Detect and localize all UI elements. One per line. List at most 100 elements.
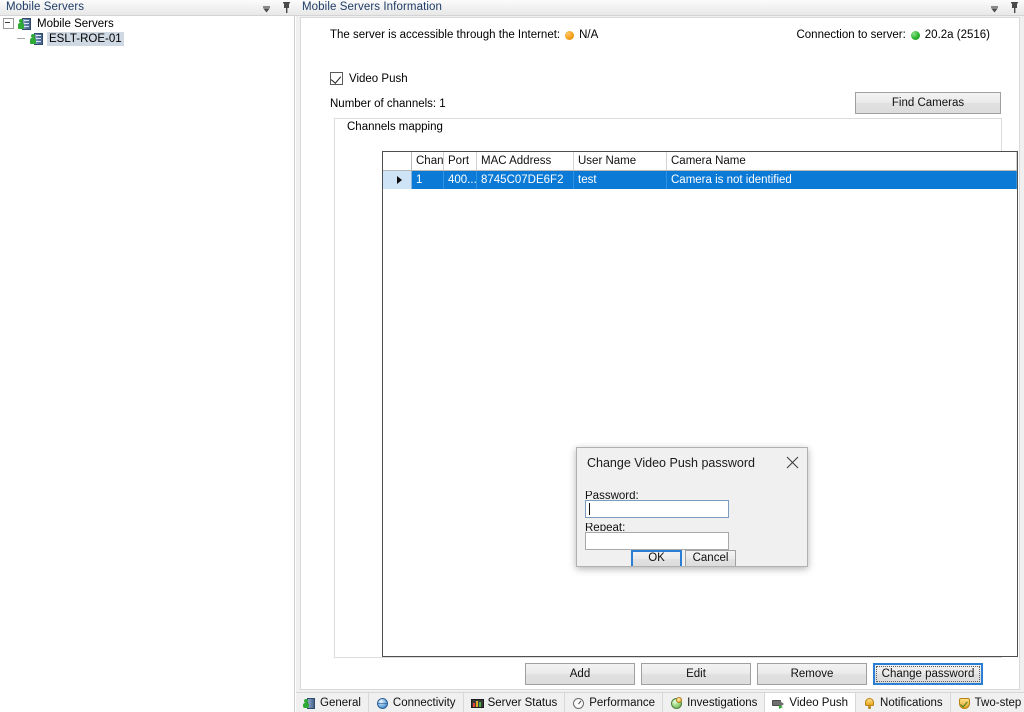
cell-channel[interactable]: 1 xyxy=(412,171,444,189)
close-icon[interactable] xyxy=(777,448,807,476)
connection-to-server-status: Connection to server: 20.2a (2516) xyxy=(796,29,990,41)
bottom-tab-strip: General Connectivity Server Status Perfo… xyxy=(296,692,1024,712)
change-video-push-password-dialog: Change Video Push password Password: Rep… xyxy=(576,447,808,567)
grid-header-user-name[interactable]: User Name xyxy=(574,152,667,170)
repeat-password-input[interactable] xyxy=(585,532,729,550)
connection-to-server-label: Connection to server: xyxy=(796,29,906,41)
cell-camera-name[interactable]: Camera is not identified xyxy=(667,171,1017,189)
ok-button-label: OK xyxy=(648,552,665,564)
connection-to-server-value: 20.2a (2516) xyxy=(924,29,990,41)
add-button[interactable]: Add xyxy=(525,663,635,685)
mobile-servers-tree[interactable]: Mobile Servers ESLT-ROE-01 xyxy=(0,16,295,712)
find-cameras-button[interactable]: Find Cameras xyxy=(855,92,1001,114)
cell-port[interactable]: 400... xyxy=(444,171,477,189)
cell-user-name[interactable]: test xyxy=(574,171,667,189)
video-push-content: The server is accessible through the Int… xyxy=(300,17,1020,690)
password-input[interactable] xyxy=(585,500,729,518)
edit-button[interactable]: Edit xyxy=(641,663,751,685)
edit-button-label: Edit xyxy=(686,668,706,680)
grid-header-channel[interactable]: Chann xyxy=(412,152,444,170)
internet-accessibility-value: N/A xyxy=(579,29,599,41)
right-panel-caption-bar: Mobile Servers Information xyxy=(296,0,1024,16)
left-panel-caption-bar: Mobile Servers xyxy=(0,0,296,16)
pin-icon[interactable] xyxy=(281,1,292,15)
chevron-down-icon[interactable] xyxy=(989,1,1000,15)
chevron-down-icon[interactable] xyxy=(261,1,272,15)
tab-general[interactable]: General xyxy=(296,693,369,712)
right-panel-caption-buttons xyxy=(989,0,1020,16)
grid-action-buttons: Add Edit Remove Change password xyxy=(301,663,1019,689)
password-label: Password: xyxy=(585,491,639,499)
mobile-servers-panel: Mobile Servers Mobile Servers ESLT-ROE-0… xyxy=(0,0,296,712)
shield-check-icon xyxy=(958,697,971,710)
ok-button[interactable]: OK xyxy=(631,550,682,566)
tab-investigations[interactable]: Investigations xyxy=(663,693,766,712)
text-caret xyxy=(589,503,590,515)
server-person-icon xyxy=(18,17,32,31)
number-of-channels-label: Number of channels: 1 xyxy=(330,98,446,110)
channels-mapping-group-title: Channels mapping xyxy=(343,121,447,134)
globe-icon xyxy=(376,697,389,710)
monitor-bars-icon xyxy=(470,697,484,710)
cancel-button-label: Cancel xyxy=(692,552,729,564)
server-person-icon xyxy=(303,697,316,710)
tab-server-status[interactable]: Server Status xyxy=(464,693,566,712)
tab-connectivity-label: Connectivity xyxy=(392,697,456,709)
server-status-row: The server is accessible through the Int… xyxy=(301,18,1019,52)
tree-node-root[interactable]: Mobile Servers xyxy=(0,16,294,31)
tab-performance-label: Performance xyxy=(589,697,656,709)
tab-two-step-verification-label: Two-step verification xyxy=(974,697,1024,709)
left-panel-caption-buttons xyxy=(261,0,292,16)
tab-general-label: General xyxy=(320,697,361,709)
pin-icon[interactable] xyxy=(1009,1,1020,15)
channels-mapping-grid[interactable]: Chann Port MAC Address User Name Camera … xyxy=(382,151,1018,657)
tree-node-root-label: Mobile Servers xyxy=(37,17,114,30)
remove-button[interactable]: Remove xyxy=(757,663,867,685)
dialog-title: Change Video Push password xyxy=(587,456,755,470)
left-panel-title: Mobile Servers xyxy=(6,1,85,13)
collapse-expander-icon[interactable] xyxy=(3,18,14,29)
tree-elbow-icon xyxy=(17,34,26,43)
cell-mac-address[interactable]: 8745C07DE6F2 xyxy=(477,171,574,189)
change-password-button[interactable]: Change password xyxy=(873,663,983,685)
tab-notifications[interactable]: Notifications xyxy=(856,693,951,712)
add-button-label: Add xyxy=(569,668,591,680)
internet-accessibility-status: The server is accessible through the Int… xyxy=(330,29,598,41)
video-push-checkbox-row[interactable]: Video Push xyxy=(330,72,408,85)
tab-connectivity[interactable]: Connectivity xyxy=(369,693,464,712)
video-push-checkbox-label: Video Push xyxy=(349,72,408,85)
grid-header-port[interactable]: Port xyxy=(444,152,477,170)
dialog-title-bar: Change Video Push password xyxy=(577,448,807,479)
tab-notifications-label: Notifications xyxy=(880,697,943,709)
tab-investigations-label: Investigations xyxy=(687,697,758,709)
tree-node-eslt-roe-01[interactable]: ESLT-ROE-01 xyxy=(0,31,294,46)
repeat-label: Repeat: xyxy=(585,523,626,531)
video-push-checkbox[interactable] xyxy=(330,72,343,85)
status-dot-green-icon xyxy=(910,30,920,40)
grid-header-row-selector xyxy=(383,152,412,170)
mobile-servers-information-panel: Mobile Servers Information The server is… xyxy=(296,0,1024,712)
gauge-icon xyxy=(572,697,585,710)
tree-node-child-label: ESLT-ROE-01 xyxy=(47,31,124,46)
application-window: Mobile Servers Mobile Servers ESLT-ROE-0… xyxy=(0,0,1024,712)
cancel-button[interactable]: Cancel xyxy=(685,550,736,566)
grid-header-camera-name[interactable]: Camera Name xyxy=(667,152,1017,170)
right-panel-title: Mobile Servers Information xyxy=(302,1,443,13)
channels-mapping-group: Chann Port MAC Address User Name Camera … xyxy=(334,118,1018,658)
row-selector-caret-icon[interactable] xyxy=(383,171,412,189)
find-cameras-button-label: Find Cameras xyxy=(891,97,965,109)
focus-indicator xyxy=(876,666,980,682)
spheres-icon xyxy=(670,696,683,710)
bell-icon xyxy=(863,697,876,710)
camera-push-icon xyxy=(772,697,785,710)
dialog-body: Password: Repeat: OK Cancel xyxy=(577,479,807,566)
internet-accessibility-label: The server is accessible through the Int… xyxy=(330,29,561,41)
tab-performance[interactable]: Performance xyxy=(565,693,664,712)
table-row[interactable]: 1 400... 8745C07DE6F2 test Camera is not… xyxy=(383,171,1017,189)
server-person-icon xyxy=(30,32,44,46)
tab-server-status-label: Server Status xyxy=(487,697,558,709)
tab-two-step-verification[interactable]: Two-step verification xyxy=(951,693,1024,712)
status-dot-orange-icon xyxy=(565,30,575,40)
tab-video-push[interactable]: Video Push xyxy=(765,693,857,712)
grid-header-mac-address[interactable]: MAC Address xyxy=(477,152,574,170)
